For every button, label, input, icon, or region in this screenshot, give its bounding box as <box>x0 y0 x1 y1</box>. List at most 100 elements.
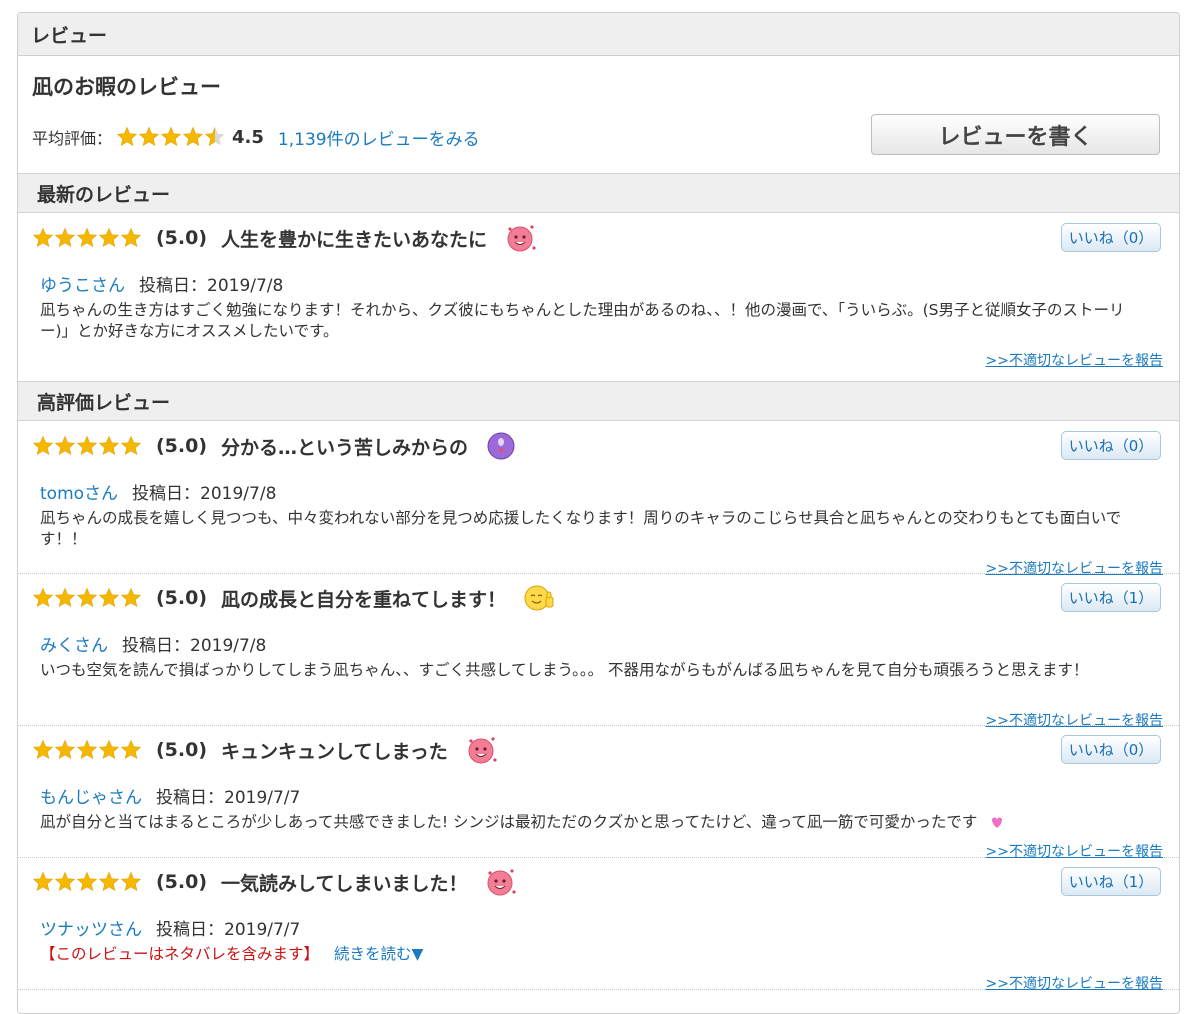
review-date: 投稿日：2019/7/7 <box>156 788 301 808</box>
review-date: 投稿日：2019/7/8 <box>122 636 267 656</box>
like-button[interactable]: いいね（0） <box>1061 223 1161 252</box>
star-icon <box>54 587 76 608</box>
star-icon <box>76 587 98 608</box>
review-title: キュンキュンしてしまった <box>221 740 448 763</box>
star-icon <box>32 435 54 456</box>
review-meta: tomoさん 投稿日：2019/7/8 <box>40 479 276 504</box>
star-icon <box>98 587 120 608</box>
star-icon <box>116 126 138 147</box>
review-header: (5.0) キュンキュンしてしまった <box>32 733 498 767</box>
reviewer-name[interactable]: tomoさん <box>40 479 118 504</box>
read-more-link[interactable]: 続きを読む▼ <box>334 945 423 963</box>
thumbs-up-face-icon <box>522 581 556 615</box>
star-icon <box>182 126 204 147</box>
reviewer-name[interactable]: ツナッツさん <box>40 915 142 940</box>
pink-heart-face-icon <box>483 865 517 899</box>
star-icon <box>54 435 76 456</box>
review-date: 投稿日：2019/7/8 <box>132 484 277 504</box>
star-icon <box>76 227 98 248</box>
reviewer-name[interactable]: もんじゃさん <box>40 783 142 808</box>
report-review-link[interactable]: >>不適切なレビューを報告 <box>986 350 1163 370</box>
review-meta: ツナッツさん 投稿日：2019/7/7 <box>40 915 300 940</box>
report-review-link[interactable]: >>不適切なレビューを報告 <box>986 841 1163 861</box>
star-icon <box>138 126 160 147</box>
purple-face-icon <box>484 429 518 463</box>
star-icon <box>120 739 142 760</box>
star-icon <box>32 739 54 760</box>
star-icon <box>204 126 225 147</box>
review-body: 凪ちゃんの成長を嬉しく見つつも、中々変われない部分を見つめ応援したくなります！周… <box>40 509 1122 548</box>
review-body: 凪が自分と当てはまるところが少しあって共感できました! シンジは最初ただのクズか… <box>40 813 978 831</box>
review-item: (5.0) 凪の成長と自分を重ねてします！ いいね（1） みくさん 投稿日：20… <box>18 581 1179 729</box>
review-date: 投稿日：2019/7/8 <box>139 276 284 296</box>
star-icon <box>120 435 142 456</box>
report-review-link[interactable]: >>不適切なレビューを報告 <box>986 710 1163 730</box>
review-item: (5.0) キュンキュンしてしまった いいね（0） もんじゃさん 投稿日：201… <box>18 733 1179 861</box>
pink-heart-face-icon <box>503 221 537 255</box>
star-icon <box>54 871 76 892</box>
review-body-wrap: 凪が自分と当てはまるところが少しあって共感できました! シンジは最初ただのクズか… <box>40 812 1150 833</box>
star-icon <box>54 227 76 248</box>
review-item: (5.0) 分かる…という苦しみからの いいね（0） tomoさん 投稿日：20… <box>18 429 1179 577</box>
write-review-button[interactable]: レビューを書く <box>871 114 1160 155</box>
star-icon <box>120 871 142 892</box>
review-spoiler-row: 【このレビューはネタバレを含みます】 続きを読む▼ <box>40 944 1150 965</box>
review-header: (5.0) 一気読みしてしまいました！ <box>32 865 517 899</box>
average-rating-stars <box>116 126 226 148</box>
star-icon <box>98 435 120 456</box>
pink-heart-face-icon <box>464 733 498 767</box>
latest-reviews-header: 最新のレビュー <box>18 173 1179 213</box>
review-title: 一気読みしてしまいました！ <box>221 872 468 895</box>
star-icon <box>160 126 182 147</box>
review-body: 凪ちゃんの生き方はすごく勉強になります！それから、クズ彼にもちゃんとした理由があ… <box>40 301 1125 340</box>
star-icon <box>98 739 120 760</box>
review-stars <box>32 871 142 893</box>
review-score: (5.0) <box>156 435 208 457</box>
star-icon <box>120 227 142 248</box>
star-icon <box>54 739 76 760</box>
like-button[interactable]: いいね（1） <box>1061 583 1161 612</box>
review-meta: みくさん 投稿日：2019/7/8 <box>40 631 266 656</box>
review-title: 人生を豊かに生きたいあなたに <box>221 228 488 251</box>
review-meta: ゆうこさん 投稿日：2019/7/8 <box>40 271 283 296</box>
all-reviews-link[interactable]: 1,139件のレビューをみる <box>278 125 480 150</box>
star-icon <box>76 871 98 892</box>
spoiler-warning: 【このレビューはネタバレを含みます】 <box>40 945 320 963</box>
review-header: (5.0) 分かる…という苦しみからの <box>32 429 518 463</box>
review-header: (5.0) 凪の成長と自分を重ねてします！ <box>32 581 556 615</box>
average-rating-row: 平均評価： 4.5 1,139件のレビューをみる <box>32 122 480 152</box>
star-icon <box>32 587 54 608</box>
star-icon <box>98 871 120 892</box>
like-button[interactable]: いいね（1） <box>1061 867 1161 896</box>
review-score: (5.0) <box>156 227 208 249</box>
review-item: (5.0) 一気読みしてしまいました！ いいね（1） ツナッツさん 投稿日：20… <box>18 865 1179 993</box>
star-icon <box>32 871 54 892</box>
report-review-link[interactable]: >>不適切なレビューを報告 <box>986 973 1163 993</box>
review-stars <box>32 739 142 761</box>
average-rating-score: 4.5 <box>232 126 264 148</box>
like-button[interactable]: いいね（0） <box>1061 735 1161 764</box>
star-icon <box>32 227 54 248</box>
review-meta: もんじゃさん 投稿日：2019/7/7 <box>40 783 300 808</box>
review-title: 分かる…という苦しみからの <box>221 436 469 459</box>
review-score: (5.0) <box>156 871 208 893</box>
star-icon <box>98 227 120 248</box>
review-stars <box>32 227 142 249</box>
report-review-link[interactable]: >>不適切なレビューを報告 <box>986 558 1163 578</box>
review-body: いつも空気を読んで損ばっかりしてしまう凪ちゃん、、すごく共感してしまう。。。 不… <box>40 661 1089 679</box>
top-reviews-header: 高評価レビュー <box>18 381 1179 421</box>
review-date: 投稿日：2019/7/7 <box>156 920 301 940</box>
star-icon <box>76 739 98 760</box>
reviewer-name[interactable]: みくさん <box>40 631 108 656</box>
review-score: (5.0) <box>156 587 208 609</box>
panel-title: レビュー <box>18 13 1179 56</box>
review-title: 凪の成長と自分を重ねてします！ <box>221 588 507 611</box>
reviewer-name[interactable]: ゆうこさん <box>40 271 125 296</box>
review-score: (5.0) <box>156 739 208 761</box>
average-rating-label: 平均評価： <box>32 129 113 148</box>
like-button[interactable]: いいね（0） <box>1061 431 1161 460</box>
review-item: (5.0) 人生を豊かに生きたいあなたに いいね（0） ゆうこさん 投稿日：20… <box>18 221 1179 381</box>
star-icon <box>76 435 98 456</box>
review-stars <box>32 587 142 609</box>
review-stars <box>32 435 142 457</box>
